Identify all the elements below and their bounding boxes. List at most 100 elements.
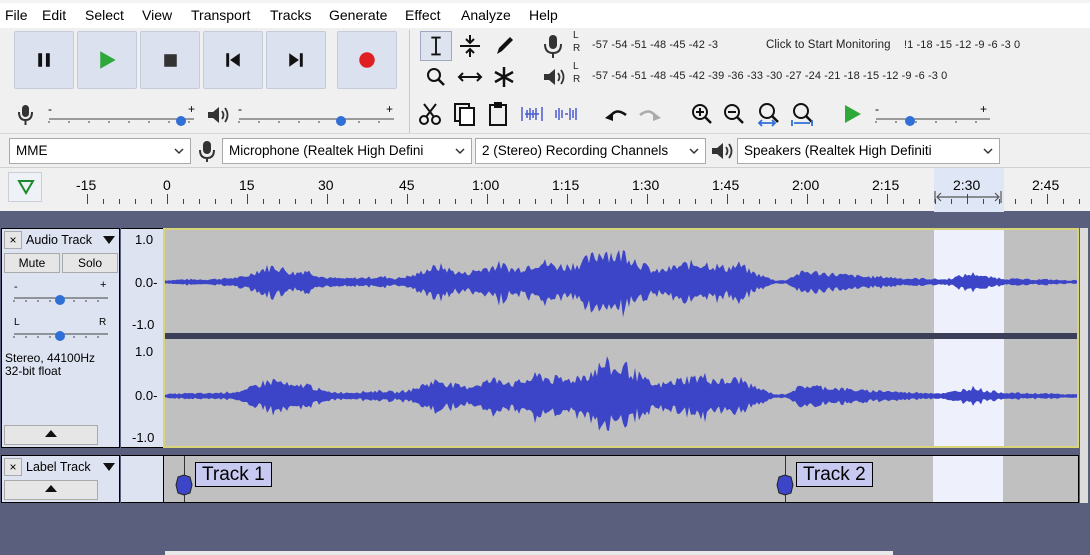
- label-track-area[interactable]: Track 1 Track 2: [163, 455, 1079, 503]
- track-menu-button[interactable]: Audio Track: [26, 231, 118, 249]
- tick-label: 1:30: [632, 177, 660, 193]
- label-track-2[interactable]: Track 2: [796, 462, 873, 487]
- zoom-out-button[interactable]: [718, 99, 750, 129]
- menu-transport[interactable]: Transport: [191, 7, 250, 23]
- tick-mark: [1015, 199, 1016, 204]
- undo-button[interactable]: [600, 99, 632, 129]
- pan-slider[interactable]: L R: [12, 315, 112, 343]
- record-button[interactable]: [337, 31, 397, 89]
- paste-button[interactable]: [482, 99, 514, 129]
- menu-select[interactable]: Select: [85, 7, 124, 23]
- tick-mark: [983, 199, 984, 204]
- gain-slider[interactable]: - +: [12, 279, 112, 307]
- svg-text:+: +: [188, 102, 195, 116]
- scale-label: -1.0: [132, 430, 155, 445]
- play-button[interactable]: [77, 31, 137, 89]
- menu-help[interactable]: Help: [529, 7, 558, 23]
- tick-mark: [183, 199, 184, 204]
- zoom-in-button[interactable]: [686, 99, 718, 129]
- draw-tool[interactable]: [488, 31, 520, 61]
- menu-tracks[interactable]: Tracks: [270, 7, 311, 23]
- meter-l-label: L: [573, 61, 579, 72]
- skip-start-icon: [226, 53, 240, 67]
- tick-mark: [583, 199, 584, 204]
- track-menu-button[interactable]: Label Track: [26, 458, 118, 476]
- collapse-track-button[interactable]: [4, 425, 98, 445]
- copy-button[interactable]: [448, 99, 480, 129]
- playback-device-select[interactable]: Speakers (Realtek High Definiti: [737, 138, 1000, 164]
- svg-text:-: -: [48, 102, 52, 116]
- recording-device-select[interactable]: Microphone (Realtek High Defini: [222, 138, 472, 164]
- recording-channels-select[interactable]: 2 (Stereo) Recording Channels: [475, 138, 706, 164]
- play-meter-button[interactable]: [536, 62, 570, 92]
- playback-meter[interactable]: -57 -54 -51 -48 -45 -42 -39 -36 -33 -30 …: [584, 67, 1089, 89]
- skip-to-end-button[interactable]: [266, 31, 326, 89]
- record-meter-button[interactable]: [536, 31, 570, 61]
- play-at-speed-button[interactable]: [836, 99, 868, 129]
- tick-mark: [839, 199, 840, 204]
- silence-button[interactable]: [550, 99, 582, 129]
- label-handle-icon[interactable]: [775, 474, 795, 496]
- menu-edit[interactable]: Edit: [42, 7, 66, 23]
- gain-slider-track: [13, 295, 108, 305]
- text-cursor-icon: [431, 36, 441, 56]
- track-close-button[interactable]: ×: [4, 458, 22, 476]
- label-track-1[interactable]: Track 1: [195, 462, 272, 487]
- tick-mark: [711, 199, 712, 204]
- trim-button[interactable]: [516, 99, 548, 129]
- tick-mark: [615, 199, 616, 204]
- menu-generate[interactable]: Generate: [329, 7, 387, 23]
- svg-text:-: -: [238, 102, 242, 116]
- tick-label: 1:45: [712, 177, 740, 193]
- skip-to-start-button[interactable]: [203, 31, 263, 89]
- label-track-control-panel: × Label Track: [1, 455, 120, 503]
- time-shift-tool[interactable]: [454, 62, 486, 92]
- audio-host-select[interactable]: MME: [9, 138, 191, 164]
- tick-mark: [727, 194, 728, 204]
- skip-end-icon: [289, 53, 303, 67]
- menu-view[interactable]: View: [142, 7, 172, 23]
- menu-analyze[interactable]: Analyze: [461, 7, 511, 23]
- tick-mark: [999, 199, 1000, 204]
- scale-label: 1.0: [135, 232, 154, 247]
- record-meter-prompt[interactable]: Click to Start Monitoring: [766, 39, 891, 51]
- timeline-ruler[interactable]: -15 0 15 30 45 1:00 1:15 1:30 1:45 2:00 …: [0, 167, 1090, 212]
- record-meter-scale: -57 -54 -51 -48 -45 -42 -3: [592, 39, 719, 51]
- audio-clip[interactable]: [163, 228, 1079, 448]
- horizontal-scrollbar[interactable]: [165, 551, 893, 555]
- zoom-tool[interactable]: [420, 62, 452, 92]
- multi-tool[interactable]: [488, 62, 520, 92]
- tick-mark: [1063, 199, 1064, 204]
- meter-r-label: R: [573, 43, 581, 54]
- collapse-track-button[interactable]: [4, 480, 98, 500]
- track-close-button[interactable]: ×: [4, 231, 22, 249]
- redo-button[interactable]: [634, 99, 666, 129]
- tick-mark: [359, 199, 360, 204]
- menu-file[interactable]: File: [5, 7, 28, 23]
- envelope-tool[interactable]: [454, 31, 486, 61]
- tick-label: 2:45: [1032, 177, 1060, 193]
- zoom-out-icon: [724, 104, 744, 124]
- cut-button[interactable]: [414, 99, 446, 129]
- fit-project-button[interactable]: [786, 99, 818, 129]
- stop-button[interactable]: [140, 31, 200, 89]
- record-meter[interactable]: -57 -54 -51 -48 -45 -42 -3 Click to Star…: [584, 36, 1089, 58]
- chevron-down-icon: [689, 148, 699, 155]
- tick-mark: [231, 199, 232, 204]
- playback-device-value: Speakers (Realtek High Definiti: [744, 143, 932, 158]
- timeline-options-button[interactable]: [8, 172, 42, 202]
- label-handle-icon[interactable]: [174, 474, 194, 496]
- tick-mark: [759, 199, 760, 204]
- menu-bar: File Edit Select View Transport Tracks G…: [0, 0, 1090, 28]
- play-speed-slider[interactable]: - +: [870, 101, 1000, 129]
- solo-button[interactable]: Solo: [62, 253, 118, 273]
- clipboard-icon: [489, 102, 507, 126]
- selection-tool[interactable]: [420, 31, 452, 61]
- fit-selection-button[interactable]: [752, 99, 784, 129]
- vertical-scrollbar[interactable]: [1080, 228, 1088, 503]
- tick-mark: [935, 199, 936, 204]
- meter-l-label: L: [573, 30, 579, 41]
- menu-effect[interactable]: Effect: [405, 7, 441, 23]
- mute-button[interactable]: Mute: [4, 253, 60, 273]
- pause-button[interactable]: [14, 31, 74, 89]
